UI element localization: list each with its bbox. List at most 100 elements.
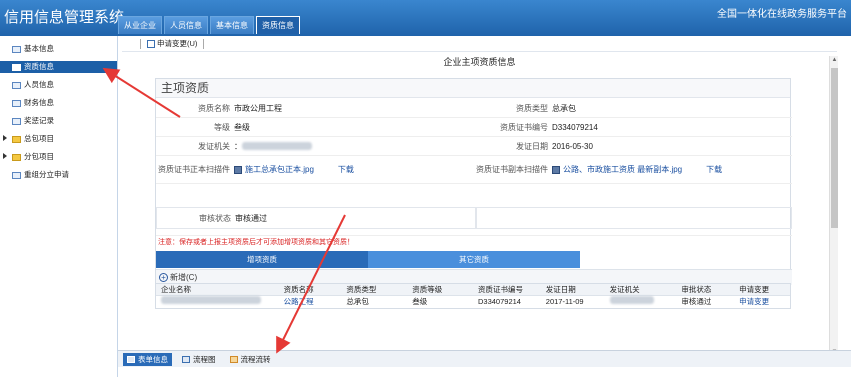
field-label: 资质证书正本扫描件 xyxy=(158,165,230,174)
form-row: 资质证书正本扫描件 施工总承包正本.jpg 下载 资质证书副本扫描件 公路、市政… xyxy=(156,156,792,184)
tab-form-info[interactable]: 表单信息 xyxy=(123,352,172,366)
sidebar-item-restructure[interactable]: 重组分立申请 xyxy=(0,169,117,181)
issue-date-cell: 2017-11-09 xyxy=(545,297,584,306)
page-title: 企业主项资质信息 xyxy=(443,57,516,67)
toolbar: 申请变更(U) xyxy=(122,36,837,52)
tab-other-qualification[interactable]: 其它资质 xyxy=(368,251,580,268)
form-icon xyxy=(127,355,135,363)
sidebar-item-general-projects[interactable]: 总包项目 xyxy=(0,133,117,145)
pencil-icon xyxy=(229,355,238,363)
scan-back-value: 公路、市政施工资质 最新副本.jpg 下载 xyxy=(552,164,792,175)
column-header: 申请变更 xyxy=(739,285,770,294)
app-header: 信用信息管理系统 从业企业 人员信息 基本信息 资质信息 全国一体化在线政务服务… xyxy=(0,0,851,36)
sidebar-item-qualification[interactable]: 资质信息 xyxy=(0,61,117,73)
download-back-link[interactable]: 下载 xyxy=(706,164,722,175)
form-icon xyxy=(12,45,21,53)
column-header: 资质名称 xyxy=(283,285,314,294)
tab-process-flow[interactable]: 流程流转 xyxy=(226,353,275,366)
redacted-text xyxy=(161,296,261,304)
sidebar-item-label: 资质信息 xyxy=(24,62,54,71)
vertical-scrollbar[interactable]: ▲ ▼ xyxy=(829,56,838,356)
scroll-thumb[interactable] xyxy=(831,68,838,228)
sidebar-item-sub-projects[interactable]: 分包项目 xyxy=(0,151,117,163)
expand-arrow-icon[interactable] xyxy=(3,153,7,159)
main-qualification-section: 主项资质 资质名称 市政公用工程 资质类型 总承包 等级 叁级 资质证书编号 D… xyxy=(155,78,792,291)
redacted-text xyxy=(242,142,312,150)
sidebar-item-finance[interactable]: 财务信息 xyxy=(0,97,117,109)
qual-name-cell[interactable]: 公路工程 xyxy=(284,296,347,308)
image-file-icon xyxy=(552,165,560,174)
field-label: 资质证书副本扫描件 xyxy=(476,165,548,174)
sidebar: 基本信息 资质信息 人员信息 财务信息 奖惩记录 总包项目 分包项目 重组分立申… xyxy=(0,36,118,377)
tab-flowchart[interactable]: 流程图 xyxy=(178,353,220,366)
column-header: 发证机关 xyxy=(609,285,640,294)
scan-front-value: 施工总承包正本.jpg 下载 xyxy=(234,164,474,175)
company-name-cell xyxy=(156,296,284,308)
scan-front-file-link[interactable]: 施工总承包正本.jpg xyxy=(245,164,314,175)
tab-personnel[interactable]: 人员信息 xyxy=(164,16,208,34)
tab-enterprise[interactable]: 从业企业 xyxy=(118,16,162,34)
column-header: 企业名称 xyxy=(161,285,191,294)
column-header: 资质等级 xyxy=(412,285,443,294)
add-button[interactable]: 新增(C) xyxy=(170,272,197,283)
audit-status-value: 审核通过 xyxy=(235,213,267,223)
qual-level-cell: 叁级 xyxy=(412,297,428,306)
sidebar-item-label: 分包项目 xyxy=(24,152,54,161)
main-panel: 申请变更(U) 企业主项资质信息 主项资质 资质名称 市政公用工程 资质类型 总… xyxy=(122,36,837,356)
sidebar-item-label: 总包项目 xyxy=(24,134,54,143)
field-label: 资质证书编号 xyxy=(500,122,548,132)
qualification-subtabs: 增项资质 其它资质 xyxy=(156,251,580,268)
folder-icon xyxy=(12,153,21,161)
sidebar-item-label: 人员信息 xyxy=(24,80,54,89)
issuer-cell xyxy=(609,296,682,308)
audit-empty-cell xyxy=(476,207,792,229)
approval-status-cell: 审核通过 xyxy=(681,297,712,306)
column-header: 资质类型 xyxy=(346,285,377,294)
sidebar-item-basic-info[interactable]: 基本信息 xyxy=(0,43,117,55)
edit-icon xyxy=(147,39,155,48)
table-header: 企业名称 资质名称 资质类型 资质等级 资质证书编号 发证日期 发证机关 审批状… xyxy=(156,284,790,296)
form-icon xyxy=(12,63,21,71)
field-label: 资质类型 xyxy=(516,103,548,113)
app-title: 信用信息管理系统 xyxy=(4,8,125,26)
redacted-text xyxy=(609,296,654,304)
qual-type-value: 总承包 xyxy=(552,103,576,113)
cert-no-value: D334079214 xyxy=(552,122,598,132)
field-label: 发证机关 xyxy=(198,141,230,151)
sidebar-item-label: 基本信息 xyxy=(24,44,54,53)
column-header: 审批状态 xyxy=(681,285,712,294)
form-icon xyxy=(12,99,21,107)
tab-label: 流程图 xyxy=(193,354,216,364)
section-title: 主项资质 xyxy=(156,79,790,98)
form-icon xyxy=(12,117,21,125)
field-label: 等级 xyxy=(214,122,230,132)
apply-change-link[interactable]: 申请变更 xyxy=(739,296,790,308)
level-value: 叁级 xyxy=(234,122,250,132)
expand-arrow-icon[interactable] xyxy=(3,135,7,141)
toolbar-separator xyxy=(203,38,205,49)
sidebar-item-label: 重组分立申请 xyxy=(24,170,69,179)
qual-type-cell: 总承包 xyxy=(346,297,369,306)
apply-change-label: 申请变更(U) xyxy=(157,39,198,48)
tab-basic-info[interactable]: 基本信息 xyxy=(210,16,254,34)
qualification-grid: 资质名称 市政公用工程 资质类型 总承包 等级 叁级 资质证书编号 D33407… xyxy=(156,99,792,184)
toolbar-separator xyxy=(140,38,141,49)
form-row: 资质名称 市政公用工程 资质类型 总承包 xyxy=(156,99,792,118)
sidebar-item-personnel[interactable]: 人员信息 xyxy=(0,79,117,91)
tab-qualification[interactable]: 资质信息 xyxy=(256,16,300,34)
scroll-up-icon[interactable]: ▲ xyxy=(831,56,838,64)
form-row: 发证机关 ： 发证日期 2016-05-30 xyxy=(156,137,792,156)
scan-back-file-link[interactable]: 公路、市政施工资质 最新副本.jpg xyxy=(563,164,682,175)
apply-change-button[interactable]: 申请变更(U) xyxy=(147,38,197,49)
flowchart-icon xyxy=(182,355,190,363)
table-row[interactable]: 公路工程 总承包 叁级 D334079214 2017-11-09 审核通过 申… xyxy=(156,296,790,308)
sidebar-item-label: 奖惩记录 xyxy=(24,116,54,125)
sidebar-item-rewards[interactable]: 奖惩记录 xyxy=(0,115,117,127)
form-row: 等级 叁级 资质证书编号 D334079214 xyxy=(156,118,792,137)
field-label: 审核状态 xyxy=(199,213,231,223)
issuer-prefix: ： xyxy=(234,141,242,151)
tab-additional-qualification[interactable]: 增项资质 xyxy=(156,251,368,268)
issuer-value: ： xyxy=(234,141,474,152)
issue-date-value: 2016-05-30 xyxy=(552,141,593,151)
download-front-link[interactable]: 下载 xyxy=(338,164,354,175)
